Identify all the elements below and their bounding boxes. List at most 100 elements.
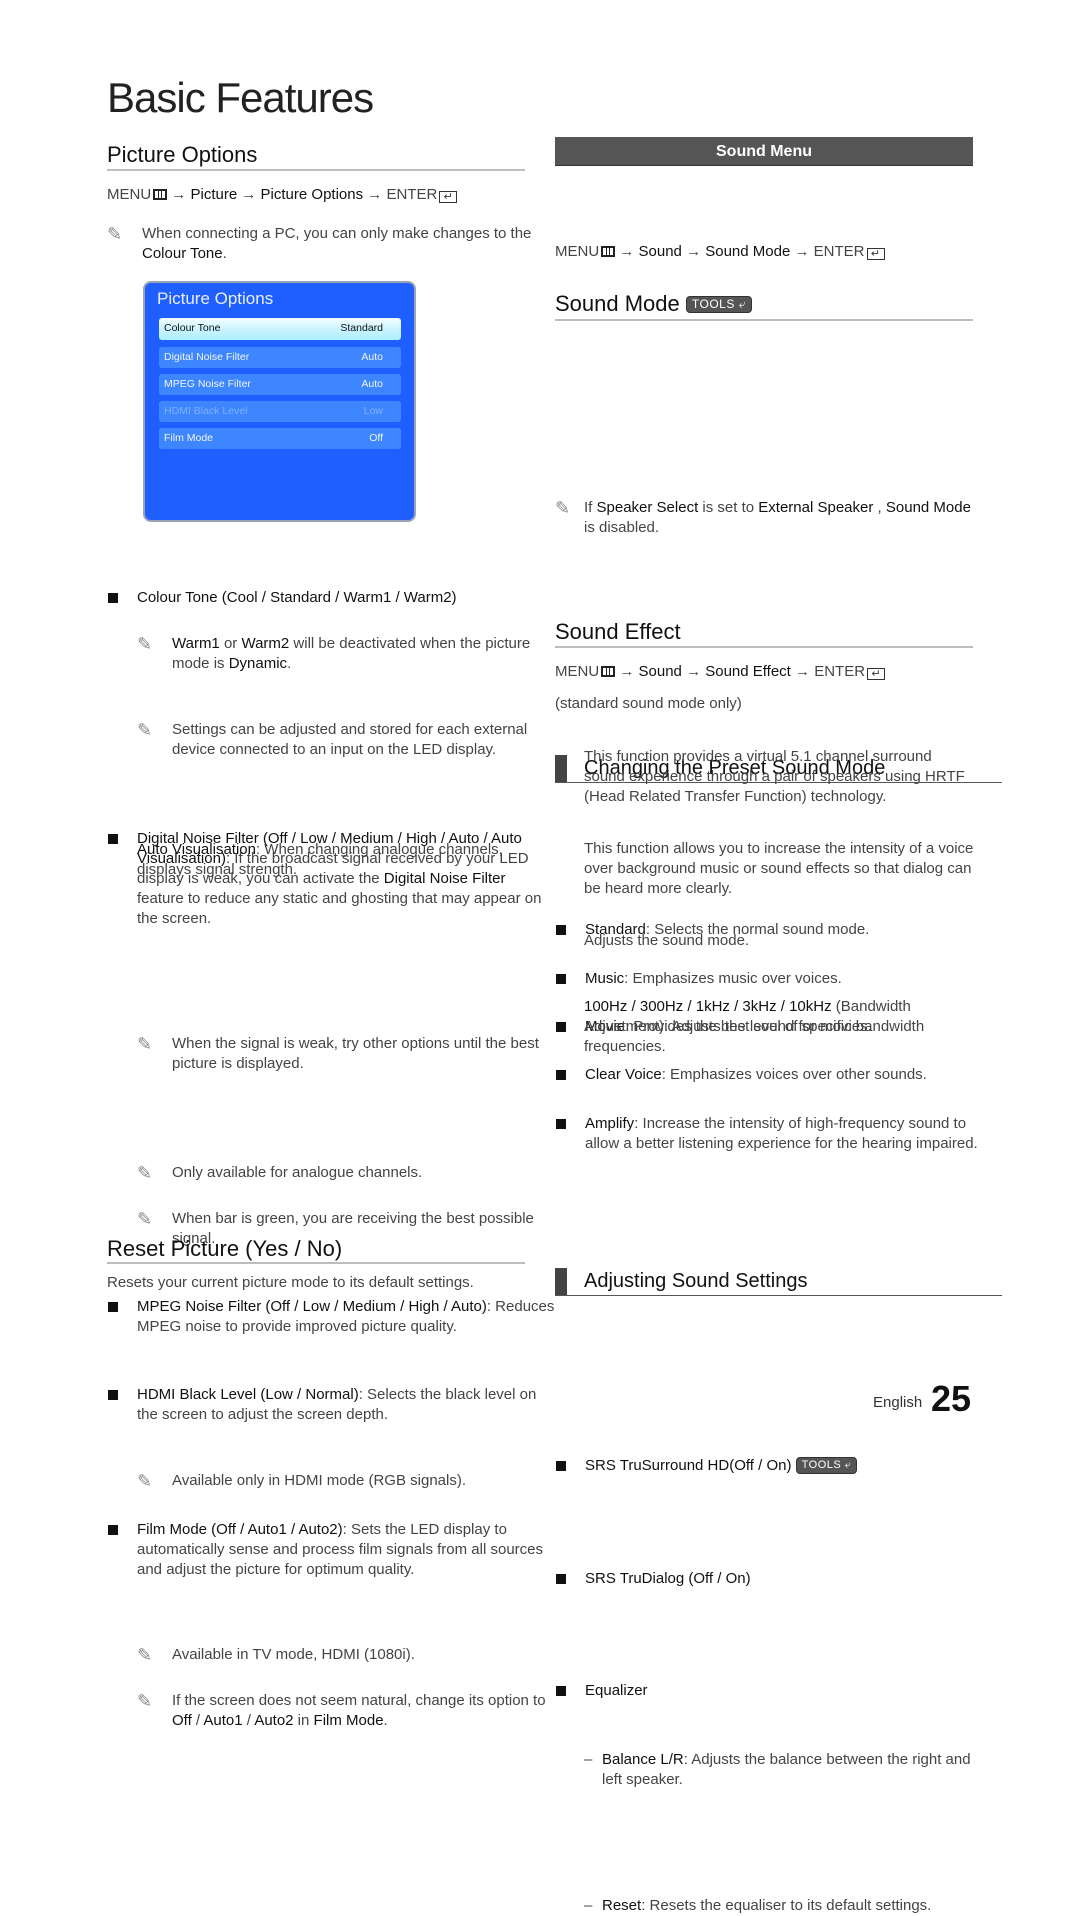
tools-badge: TOOLS ⤶ bbox=[795, 1457, 858, 1474]
picture-options-heading: Picture Options bbox=[107, 142, 258, 167]
enter-icon: ↵ bbox=[866, 248, 885, 260]
pencil-note-icon: ✎ bbox=[137, 1645, 153, 1665]
menu-icon bbox=[153, 189, 168, 200]
sound-menu-banner: Sound Menu bbox=[555, 137, 973, 166]
sound-mode-menu-path: MENU → Sound → Sound Mode → ENTER ↵ bbox=[555, 243, 973, 260]
heading-bar-icon bbox=[555, 755, 567, 782]
hdmi-black-level-item: HDMI Black Level (Low / Normal): Selects… bbox=[107, 1385, 555, 1425]
osd-row-digital-noise-filter[interactable]: Digital Noise Filter Auto bbox=[159, 347, 401, 368]
arrow-icon: → bbox=[367, 186, 383, 203]
pencil-note-icon: ✎ bbox=[107, 224, 123, 244]
bullet-square-icon bbox=[108, 834, 118, 844]
dash-bullet-icon: – bbox=[584, 1751, 593, 1768]
tools-icon: ⤶ bbox=[734, 297, 746, 311]
auto-visualisation-text: Auto Visualisation: When changing analog… bbox=[137, 841, 503, 878]
note-film-tv-mode: ✎ Available in TV mode, HDMI (1080i). bbox=[137, 1645, 415, 1665]
arrow-icon: → bbox=[241, 186, 257, 203]
sound-mode-clear-voice: Clear Voice: Emphasizes voices over othe… bbox=[555, 1065, 1003, 1085]
pencil-note-icon: ✎ bbox=[137, 1691, 153, 1711]
pencil-note-icon: ✎ bbox=[555, 498, 571, 518]
equalizer-balance: – Balance L/R: Adjusts the balance betwe… bbox=[584, 1751, 971, 1788]
equalizer-description: Adjusts the sound mode. bbox=[584, 932, 750, 949]
page-number: 25 bbox=[931, 1378, 972, 1419]
section-divider bbox=[555, 319, 973, 321]
sound-mode-amplify: Amplify: Increase the intensity of high-… bbox=[555, 1114, 1003, 1154]
note-speaker-select: ✎ If Speaker Select is set to External S… bbox=[555, 498, 971, 536]
osd-row-mpeg-noise-filter[interactable]: MPEG Noise Filter Auto bbox=[159, 374, 401, 395]
sound-effect-heading: Sound Effect bbox=[555, 619, 681, 644]
colour-tone-item: Colour Tone (Cool / Standard / Warm1 / W… bbox=[107, 588, 555, 608]
dash-bullet-icon: – bbox=[584, 1897, 593, 1914]
bullet-square-icon bbox=[108, 1302, 118, 1312]
mpeg-noise-filter-item: MPEG Noise Filter (Off / Low / Medium / … bbox=[107, 1297, 555, 1337]
section-divider bbox=[107, 169, 525, 171]
menu-step-picture: Picture bbox=[190, 186, 238, 203]
bullet-square-icon bbox=[556, 1022, 566, 1032]
picture-options-osd-panel: Picture Options Colour Tone Standard Dig… bbox=[143, 281, 416, 522]
osd-row-film-mode[interactable]: Film Mode Off bbox=[159, 428, 401, 449]
arrow-icon: → bbox=[686, 663, 702, 680]
tools-badge: TOOLS ⤶ bbox=[685, 296, 752, 313]
menu-icon bbox=[601, 666, 616, 677]
srs-trudialog-item: SRS TruDialog (Off / On) bbox=[555, 1569, 1003, 1589]
heading-bar-icon bbox=[555, 1268, 567, 1295]
picture-options-menu-path: MENU → Picture → Picture Options → ENTER… bbox=[107, 186, 525, 203]
trusurround-description: This function provides a virtual 5.1 cha… bbox=[584, 748, 965, 805]
note-film-natural: ✎ If the screen does not seem natural, c… bbox=[137, 1691, 546, 1729]
arrow-icon: → bbox=[171, 186, 187, 203]
equalizer-item: Equalizer bbox=[555, 1681, 1003, 1701]
reset-picture-text: Resets your current picture mode to its … bbox=[107, 1274, 474, 1291]
pencil-note-icon: ✎ bbox=[137, 634, 153, 654]
arrow-icon: → bbox=[619, 663, 635, 680]
adjusting-sound-settings-subheading: Adjusting Sound Settings bbox=[555, 1268, 1002, 1296]
pencil-note-icon: ✎ bbox=[137, 1209, 153, 1229]
page-language: English bbox=[873, 1394, 923, 1411]
pencil-note-icon: ✎ bbox=[137, 1471, 153, 1491]
osd-row-hdmi-black-level: HDMI Black Level Low bbox=[159, 401, 401, 422]
bullet-square-icon bbox=[556, 925, 566, 935]
tools-icon: ⤶ bbox=[841, 1459, 852, 1471]
section-divider bbox=[107, 1262, 525, 1264]
note-weak-signal: ✎ When the signal is weak, try other opt… bbox=[137, 1034, 539, 1072]
standard-mode-qualifier: (standard sound mode only) bbox=[555, 695, 742, 712]
arrow-icon: → bbox=[795, 663, 811, 680]
bullet-square-icon bbox=[556, 1119, 566, 1129]
page-title: Basic Features bbox=[107, 74, 374, 121]
arrow-icon: → bbox=[619, 243, 635, 260]
bullet-square-icon bbox=[556, 1070, 566, 1080]
bullet-square-icon bbox=[108, 1390, 118, 1400]
osd-row-colour-tone[interactable]: Colour Tone Standard bbox=[159, 318, 401, 340]
bullet-square-icon bbox=[556, 1574, 566, 1584]
note-analogue-only: ✎ Only available for analogue channels. bbox=[137, 1163, 423, 1183]
enter-icon: ↵ bbox=[439, 191, 458, 203]
trudialog-description: This function allows you to increase the… bbox=[584, 840, 974, 897]
bullet-square-icon bbox=[108, 1525, 118, 1535]
bullet-square-icon bbox=[556, 974, 566, 984]
note-warm-deactivated: ✎ Warm1 or Warm2 will be deactivated whe… bbox=[137, 634, 531, 672]
sound-effect-menu-path: MENU → Sound → Sound Effect → ENTER ↵ bbox=[555, 663, 973, 680]
sound-mode-music: Music: Emphasizes music over voices. bbox=[555, 969, 1003, 989]
enter-icon: ↵ bbox=[867, 668, 886, 680]
menu-label: MENU bbox=[107, 186, 152, 203]
equalizer-bands: 100Hz / 300Hz / 1kHz / 3kHz / 10kHz (Ban… bbox=[584, 998, 925, 1055]
arrow-icon: → bbox=[794, 243, 810, 260]
srs-trusurround-item: SRS TruSurround HD(Off / On) TOOLS ⤶ bbox=[555, 1456, 1003, 1476]
menu-step-picture-options: Picture Options bbox=[260, 186, 364, 203]
pencil-note-icon: ✎ bbox=[137, 1163, 153, 1183]
menu-icon bbox=[601, 246, 616, 257]
note-settings-stored: ✎ Settings can be adjusted and stored fo… bbox=[137, 720, 528, 758]
enter-label: ENTER bbox=[386, 186, 438, 203]
pencil-note-icon: ✎ bbox=[137, 1034, 153, 1054]
section-divider bbox=[555, 646, 973, 648]
bullet-square-icon bbox=[108, 593, 118, 603]
arrow-icon: → bbox=[686, 243, 702, 260]
sound-mode-heading: Sound Mode TOOLS ⤶ bbox=[555, 291, 973, 317]
pencil-note-icon: ✎ bbox=[137, 720, 153, 740]
note-pc-connection: ✎ When connecting a PC, you can only mak… bbox=[107, 224, 532, 262]
note-hdmi-rgb: ✎ Available only in HDMI mode (RGB signa… bbox=[137, 1471, 467, 1491]
bullet-square-icon bbox=[556, 1461, 566, 1471]
equalizer-reset: – Reset: Resets the equaliser to its def… bbox=[584, 1897, 932, 1914]
osd-title: Picture Options bbox=[157, 289, 274, 308]
reset-picture-heading: Reset Picture (Yes / No) bbox=[107, 1236, 343, 1261]
bullet-square-icon bbox=[556, 1686, 566, 1696]
